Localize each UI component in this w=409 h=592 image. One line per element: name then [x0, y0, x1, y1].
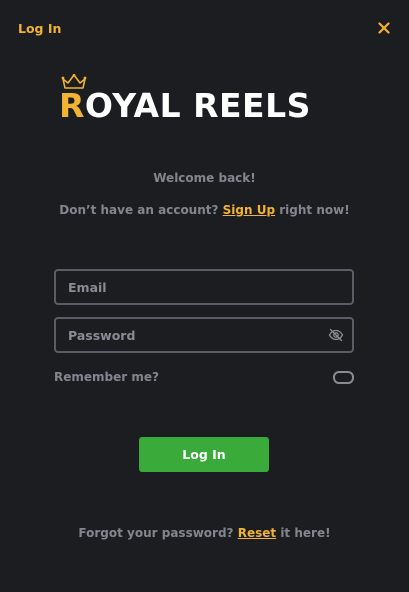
email-field-container	[54, 269, 354, 305]
signup-link[interactable]: Sign Up	[223, 203, 275, 217]
login-button[interactable]: Log In	[139, 437, 269, 472]
email-field[interactable]	[56, 271, 328, 303]
signup-suffix: right now!	[279, 203, 350, 217]
modal-header: Log In	[0, 0, 409, 56]
forgot-suffix: it here!	[280, 526, 331, 540]
remember-me-label: Remember me?	[54, 370, 159, 384]
reset-link[interactable]: Reset	[238, 526, 276, 540]
logo-wordmark: ROYAL REELS	[59, 86, 311, 126]
forgot-password-prompt: Forgot your password? Reset it here!	[0, 526, 409, 540]
royal-reels-logo: ROYAL REELS	[59, 74, 349, 126]
forgot-prefix: Forgot your password?	[78, 526, 234, 540]
modal-title: Log In	[18, 21, 62, 36]
signup-prefix: Don’t have an account?	[59, 203, 219, 217]
logo-first-letter: R	[59, 86, 85, 125]
password-field[interactable]	[56, 319, 328, 351]
signup-prompt: Don’t have an account? Sign Up right now…	[0, 203, 409, 217]
welcome-text: Welcome back!	[153, 171, 256, 185]
close-icon[interactable]	[376, 20, 392, 36]
password-field-container	[54, 317, 354, 353]
logo-rest: OYAL REELS	[84, 86, 311, 125]
remember-me-toggle[interactable]	[333, 371, 354, 384]
eye-off-icon[interactable]	[328, 327, 344, 343]
